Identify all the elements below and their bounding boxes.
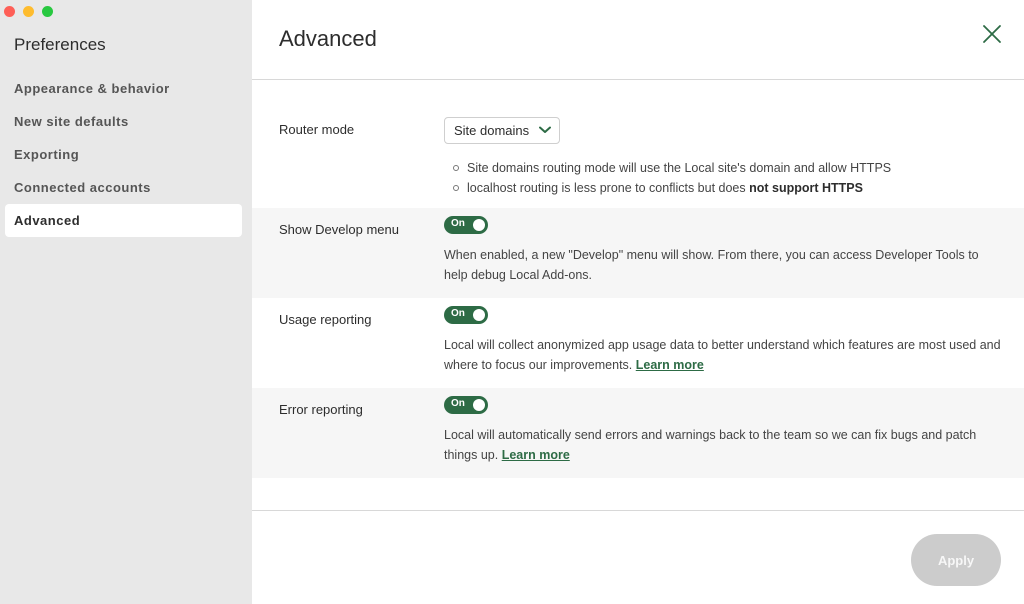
sidebar-title: Preferences xyxy=(14,35,106,54)
develop-menu-row: Show Develop menu On When enabled, a new… xyxy=(252,208,1024,298)
chevron-down-icon xyxy=(539,126,551,133)
error-reporting-label: Error reporting xyxy=(279,402,363,417)
sidebar-item-exporting[interactable]: Exporting xyxy=(5,138,242,171)
page-title: Advanced xyxy=(279,26,377,51)
router-mode-row: Router mode Site domains Site domains ro… xyxy=(252,102,1024,208)
usage-reporting-row: Usage reporting On Local will collect an… xyxy=(252,298,1024,388)
apply-button[interactable]: Apply xyxy=(911,534,1001,586)
sidebar-item-appearance[interactable]: Appearance & behavior xyxy=(5,72,242,105)
sidebar: Preferences Appearance & behavior New si… xyxy=(0,0,252,604)
toggle-knob xyxy=(473,309,485,321)
main-panel: Advanced Router mode Site domains Site d… xyxy=(252,0,1024,604)
close-window-button[interactable] xyxy=(4,6,15,17)
develop-menu-label: Show Develop menu xyxy=(279,222,399,237)
sidebar-item-new-site-defaults[interactable]: New site defaults xyxy=(5,105,242,138)
header: Advanced xyxy=(252,0,1024,80)
footer-divider xyxy=(252,510,1024,511)
toggle-knob xyxy=(473,399,485,411)
error-reporting-toggle[interactable]: On xyxy=(444,396,488,414)
window-controls xyxy=(4,6,53,17)
router-mode-selected: Site domains xyxy=(454,123,530,138)
router-mode-label: Router mode xyxy=(279,122,355,137)
close-icon[interactable] xyxy=(980,22,1004,46)
usage-learn-more-link[interactable]: Learn more xyxy=(636,358,704,372)
settings-list: Router mode Site domains Site domains ro… xyxy=(252,102,1024,478)
sidebar-item-advanced[interactable]: Advanced xyxy=(5,204,242,237)
develop-menu-toggle[interactable]: On xyxy=(444,216,488,234)
router-mode-notes: Site domains routing mode will use the L… xyxy=(453,158,891,198)
error-learn-more-link[interactable]: Learn more xyxy=(502,448,570,462)
list-item: localhost routing is less prone to confl… xyxy=(453,178,891,198)
zoom-window-button[interactable] xyxy=(42,6,53,17)
list-item: Site domains routing mode will use the L… xyxy=(453,158,891,178)
error-reporting-description: Local will automatically send errors and… xyxy=(444,428,977,462)
usage-reporting-label: Usage reporting xyxy=(279,312,372,327)
toggle-knob xyxy=(473,219,485,231)
router-mode-select[interactable]: Site domains xyxy=(444,117,560,144)
develop-menu-description: When enabled, a new "Develop" menu will … xyxy=(444,248,979,282)
sidebar-nav: Appearance & behavior New site defaults … xyxy=(5,72,242,237)
usage-reporting-toggle[interactable]: On xyxy=(444,306,488,324)
sidebar-item-connected-accounts[interactable]: Connected accounts xyxy=(5,171,242,204)
minimize-window-button[interactable] xyxy=(23,6,34,17)
preferences-window: Preferences Appearance & behavior New si… xyxy=(0,0,1024,604)
usage-reporting-description: Local will collect anonymized app usage … xyxy=(444,338,1001,372)
error-reporting-row: Error reporting On Local will automatica… xyxy=(252,388,1024,478)
